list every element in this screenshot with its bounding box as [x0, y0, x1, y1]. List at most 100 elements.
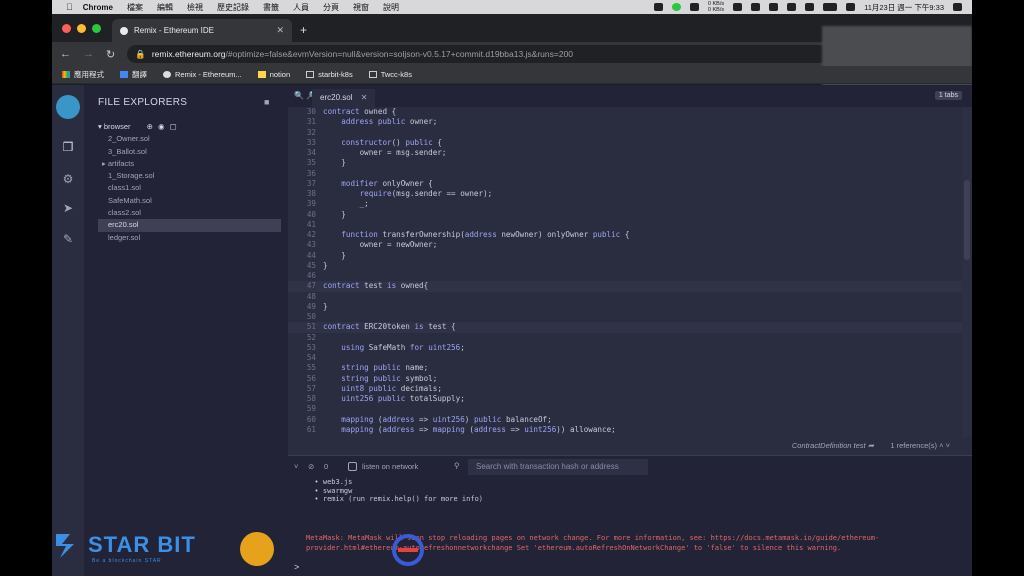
volume-icon[interactable] [751, 3, 761, 11]
new-tab-button[interactable]: + [300, 23, 307, 37]
folder-browser[interactable]: ▾ browser ⊕ ◉ ▢ [98, 121, 281, 133]
bluetooth-icon[interactable] [787, 3, 797, 11]
zoom-window-button[interactable] [92, 24, 101, 33]
browser-tab[interactable]: Remix - Ethereum IDE ✕ [112, 19, 292, 42]
code-line[interactable]: 52 [288, 333, 972, 343]
code-line[interactable]: 57 uint8 public decimals; [288, 384, 972, 394]
minimize-window-button[interactable] [77, 24, 86, 33]
code-line[interactable]: 38 require(msg.sender == owner); [288, 189, 972, 199]
code-line[interactable]: 47 contract test is owned{ [288, 281, 972, 292]
code-line[interactable]: 61 mapping (address => mapping (address … [288, 425, 972, 435]
tray-icon[interactable] [671, 3, 681, 11]
code-line[interactable]: 43 owner = newOwner; [288, 240, 972, 250]
clear-terminal-icon[interactable]: ⊘ [308, 462, 314, 471]
open-folder-icon[interactable]: ▢ [170, 122, 177, 131]
listen-network-checkbox[interactable] [348, 462, 357, 471]
code-line[interactable]: 48 [288, 292, 972, 302]
code-editor[interactable]: 30 contract owned {31 address public owne… [288, 107, 972, 437]
plugin-manager-icon[interactable]: ✎ [60, 232, 76, 248]
code-line[interactable]: 46 [288, 271, 972, 281]
close-tab-icon[interactable]: ✕ [276, 25, 284, 36]
menu-history[interactable]: 歷史記錄 [217, 2, 249, 13]
chevron-up-icon[interactable]: ˄ [939, 441, 943, 450]
menu-people[interactable]: 人員 [293, 2, 309, 13]
collapse-panel-icon[interactable]: ■ [264, 97, 269, 107]
code-line[interactable]: 45} [288, 261, 972, 271]
file-item[interactable]: 1_Storage.sol [98, 170, 281, 182]
bookmark-apps[interactable]: 應用程式 [62, 69, 104, 80]
menu-view[interactable]: 檢視 [187, 2, 203, 13]
tray-icon[interactable] [689, 3, 699, 11]
github-icon[interactable]: ◉ [158, 122, 165, 131]
code-line[interactable]: 33 constructor() public { [288, 138, 972, 148]
battery-icon[interactable] [823, 3, 838, 11]
code-line[interactable]: 44 } [288, 251, 972, 261]
folder-artifacts[interactable]: ▸ artifacts [98, 158, 281, 170]
code-line[interactable]: 36 [288, 169, 972, 179]
file-item[interactable]: class1.sol [98, 182, 281, 194]
menu-help[interactable]: 說明 [383, 2, 399, 13]
menu-bookmarks[interactable]: 書籤 [263, 2, 279, 13]
chevron-down-icon[interactable]: ˅ [946, 441, 950, 450]
code-line[interactable]: 35 } [288, 158, 972, 168]
reload-icon[interactable]: ↻ [106, 48, 115, 61]
tray-icon[interactable] [733, 3, 743, 11]
deploy-icon[interactable]: ➤ [60, 201, 76, 217]
editor-scrollbar[interactable] [964, 180, 970, 260]
compiler-icon[interactable]: ⚙ [60, 172, 76, 188]
code-line[interactable]: 60 mapping (address => uint256) public b… [288, 415, 972, 425]
apple-icon[interactable]:  [66, 2, 73, 12]
code-line[interactable]: 51 contract ERC20token is test { [288, 322, 972, 333]
go-to-definition-icon[interactable]: ➦ [868, 441, 874, 450]
file-item-selected[interactable]: erc20.sol [98, 219, 281, 232]
menu-window[interactable]: 視窗 [353, 2, 369, 13]
code-line[interactable]: 31 address public owner; [288, 117, 972, 127]
menu-list-icon[interactable] [953, 3, 962, 11]
forward-icon[interactable]: → [83, 48, 94, 60]
menu-file[interactable]: 檔案 [127, 2, 143, 13]
bookmark-twcc-k8s[interactable]: Twcc-k8s [368, 70, 412, 79]
collapse-terminal-icon[interactable]: ˅ [294, 462, 298, 471]
menu-tab[interactable]: 分頁 [323, 2, 339, 13]
file-item[interactable]: SafeMath.sol [98, 195, 281, 207]
code-line[interactable]: 41 [288, 220, 972, 230]
editor-tab-active[interactable]: erc20.sol ✕ [312, 89, 376, 107]
search-icon[interactable] [846, 3, 856, 11]
code-line[interactable]: 55 string public name; [288, 363, 972, 373]
add-file-icon[interactable]: ⊕ [147, 122, 153, 131]
file-item[interactable]: 3_Ballot.sol [98, 146, 281, 158]
file-item[interactable]: ledger.sol [98, 232, 281, 244]
menu-edit[interactable]: 編輯 [157, 2, 173, 13]
file-item[interactable]: class2.sol [98, 207, 281, 219]
file-item[interactable]: 2_Owner.sol [98, 133, 281, 145]
menu-app[interactable]: Chrome [83, 3, 113, 12]
code-line[interactable]: 37 modifier onlyOwner { [288, 179, 972, 189]
code-line[interactable]: 53 using SafeMath for uint256; [288, 343, 972, 353]
clock[interactable]: 11月23日 週一 下午9:33 [864, 2, 944, 13]
tabs-dropdown[interactable]: 1 tabs [934, 91, 962, 100]
close-editor-tab-icon[interactable]: ✕ [361, 93, 368, 102]
remix-logo-icon[interactable] [56, 95, 80, 119]
bookmark-notion[interactable]: notion [257, 70, 290, 79]
code-line[interactable]: 30 contract owned { [288, 107, 972, 117]
bookmark-starbit-k8s[interactable]: starbit-k8s [306, 70, 353, 79]
bookmark-remix[interactable]: Remix - Ethereum... [163, 70, 242, 79]
code-line[interactable]: 50 [288, 312, 972, 322]
code-line[interactable]: 58 uint256 public totalSupply; [288, 394, 972, 404]
code-line[interactable]: 40 } [288, 210, 972, 220]
reference-count[interactable]: 1 reference(s) ˄ ˅ [890, 441, 950, 450]
record-icon[interactable] [653, 3, 663, 11]
back-icon[interactable]: ← [60, 48, 71, 60]
code-line[interactable]: 34 owner = msg.sender; [288, 148, 972, 158]
close-window-button[interactable] [62, 24, 71, 33]
bookmark-translate[interactable]: 翻譯 [120, 69, 147, 80]
wifi-icon[interactable] [805, 3, 815, 11]
code-line[interactable]: 56 string public symbol; [288, 374, 972, 384]
code-line[interactable]: 49} [288, 302, 972, 312]
terminal-prompt[interactable]: > [294, 562, 299, 572]
code-line[interactable]: 59 [288, 404, 972, 414]
code-line[interactable]: 32 [288, 128, 972, 138]
file-explorer-icon[interactable]: ❒ [60, 140, 76, 156]
code-line[interactable]: 42 function transferOwnership(address ne… [288, 230, 972, 240]
url-input[interactable]: 🔒 remix.ethereum.org /#optimize=false&ev… [127, 45, 828, 63]
